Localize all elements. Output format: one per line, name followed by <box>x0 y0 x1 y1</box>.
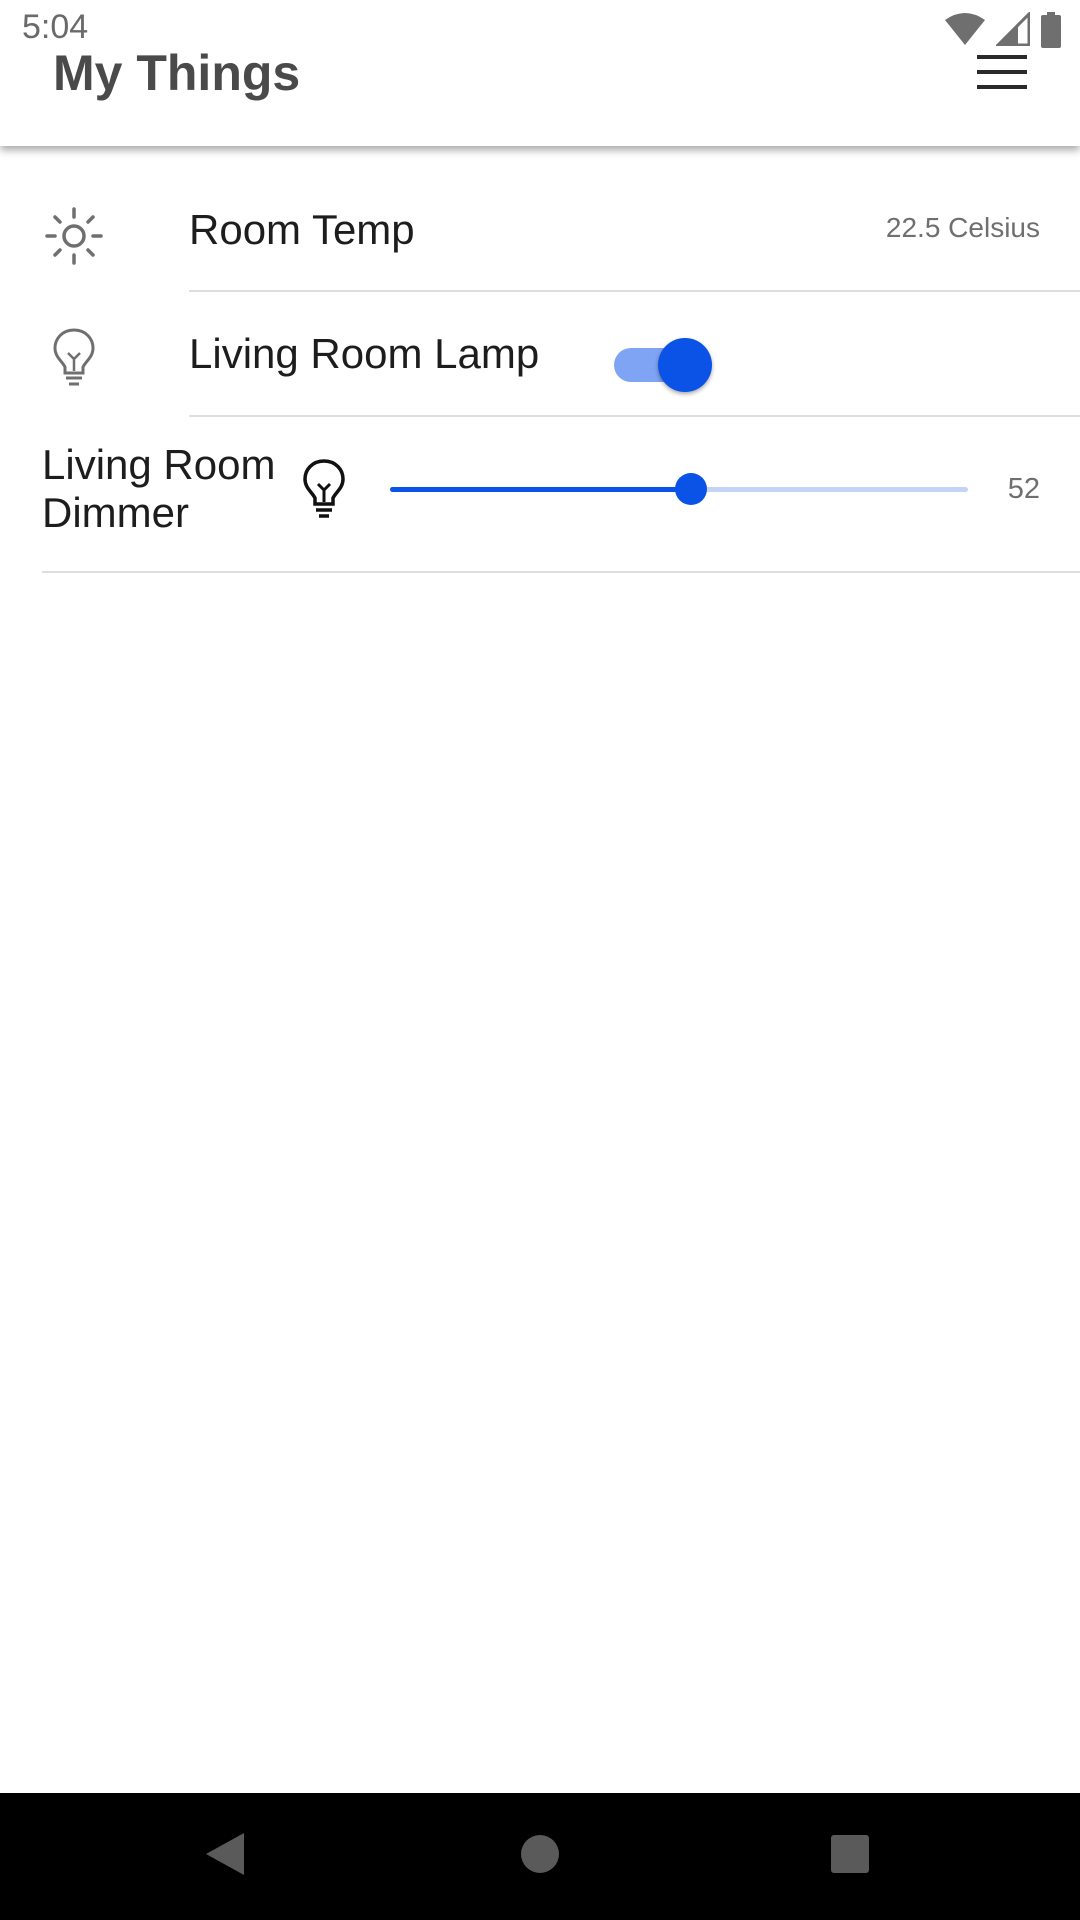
toggle-thumb <box>658 338 712 392</box>
menu-button[interactable] <box>972 50 1032 98</box>
list-item-room-temp[interactable]: Room Temp 22.5 Celsius <box>0 146 1080 292</box>
list-item-living-room-dimmer: Living Room Dimmer 52 <box>0 417 1080 573</box>
home-button[interactable] <box>505 1821 575 1891</box>
status-time: 5:04 <box>22 8 89 46</box>
dimmer-label-line-1: Living Room <box>42 441 276 488</box>
back-button[interactable] <box>190 1821 260 1891</box>
wifi-icon <box>944 12 986 46</box>
lightbulb-icon <box>300 457 348 521</box>
recents-button[interactable] <box>815 1821 885 1891</box>
slider-fill <box>390 487 691 492</box>
recents-icon <box>830 1834 870 1879</box>
lightbulb-outline-icon <box>50 327 98 387</box>
page-title: My Things <box>53 45 301 101</box>
lamp-toggle[interactable] <box>614 338 712 392</box>
divider <box>42 571 1080 573</box>
cell-signal-icon <box>996 12 1030 46</box>
status-icons <box>944 12 1062 48</box>
screen: 5:04 My Things Room Temp 22.5 Celsius Li… <box>0 0 1080 1920</box>
home-icon <box>520 1834 560 1879</box>
hamburger-menu-icon <box>977 54 1027 94</box>
room-temp-value: 22.5 Celsius <box>885 212 1040 243</box>
room-temp-label: Room Temp <box>189 206 415 253</box>
battery-icon <box>1040 12 1062 48</box>
system-nav-bar <box>0 1793 1080 1920</box>
living-room-lamp-label: Living Room Lamp <box>189 330 540 377</box>
app-header: 5:04 My Things <box>0 0 1080 146</box>
list-item-living-room-lamp: Living Room Lamp <box>0 292 1080 417</box>
back-icon <box>202 1831 248 1882</box>
slider-thumb[interactable] <box>674 473 707 505</box>
living-room-dimmer-label: Living Room Dimmer <box>42 441 275 538</box>
things-list: Room Temp 22.5 Celsius Living Room Lamp <box>0 146 1080 573</box>
dimmer-slider[interactable] <box>390 469 968 509</box>
sun-icon <box>44 206 104 266</box>
dimmer-value: 52 <box>1007 473 1040 505</box>
dimmer-label-line-2: Dimmer <box>42 489 189 537</box>
